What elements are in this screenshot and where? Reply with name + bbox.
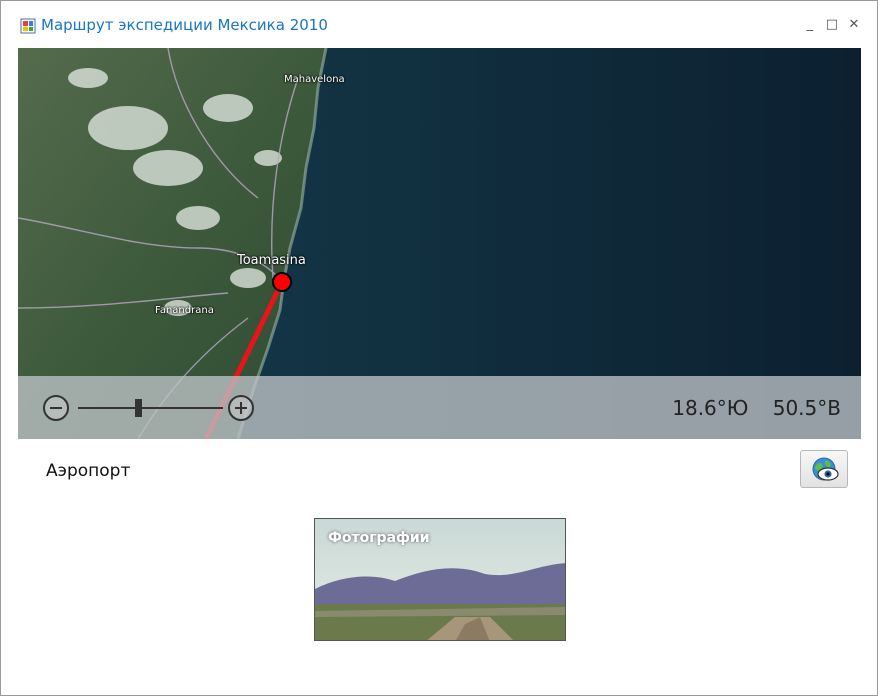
zoom-slider-thumb[interactable] — [135, 399, 142, 417]
map-control-bar: 18.6°Ю 50.5°В — [18, 376, 861, 439]
zoom-out-button[interactable] — [43, 395, 69, 421]
map-label-north: Mahavelona — [284, 74, 345, 85]
latitude-value: 18.6°Ю — [672, 396, 749, 420]
view-on-globe-button[interactable] — [800, 450, 848, 488]
location-label: Аэропорт — [46, 461, 131, 481]
photos-thumbnail[interactable]: Фотографии — [314, 518, 566, 641]
map-view[interactable]: Mahavelona Toamasina Fanandrana 18.6°Ю 5… — [18, 48, 861, 439]
photos-label: Фотографии — [328, 530, 430, 546]
coordinates-readout: 18.6°Ю 50.5°В — [654, 396, 841, 420]
zoom-in-button[interactable] — [228, 395, 254, 421]
map-label-south: Fanandrana — [155, 305, 214, 316]
window-title: Маршрут экспедиции Мексика 2010 — [41, 16, 328, 34]
main-window: Маршрут экспедиции Мексика 2010 _ □ ✕ Ma… — [0, 0, 878, 696]
location-marker[interactable] — [272, 272, 292, 292]
globe-eye-icon — [812, 457, 839, 481]
minimize-button[interactable]: _ — [801, 17, 819, 32]
close-button[interactable]: ✕ — [845, 17, 863, 32]
app-icon — [20, 18, 36, 34]
maximize-button[interactable]: □ — [823, 17, 841, 32]
title-bar: Маршрут экспедиции Мексика 2010 _ □ ✕ — [1, 1, 877, 45]
longitude-value: 50.5°В — [772, 396, 841, 420]
map-label-main: Toamasina — [237, 253, 306, 268]
zoom-slider-track[interactable] — [78, 407, 223, 409]
